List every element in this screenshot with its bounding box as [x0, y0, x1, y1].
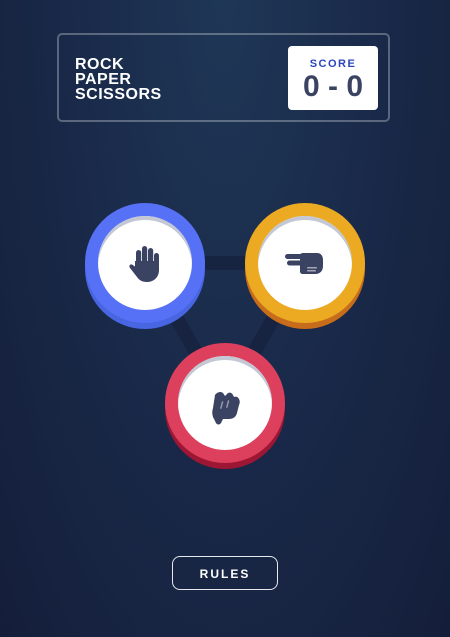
- paper-inner: [98, 216, 192, 310]
- rock-inner: [178, 356, 272, 450]
- scissors-token[interactable]: [245, 203, 365, 329]
- game-board: [0, 0, 450, 637]
- paper-token[interactable]: [85, 203, 205, 329]
- rules-button[interactable]: RULES: [172, 556, 278, 590]
- triangle-background: [138, 256, 312, 410]
- rock-fist-icon: [212, 391, 240, 425]
- paper-hand-icon: [129, 246, 159, 282]
- scissors-hand-icon: [285, 253, 323, 274]
- scissors-inner: [258, 216, 352, 310]
- rock-token[interactable]: [165, 343, 285, 469]
